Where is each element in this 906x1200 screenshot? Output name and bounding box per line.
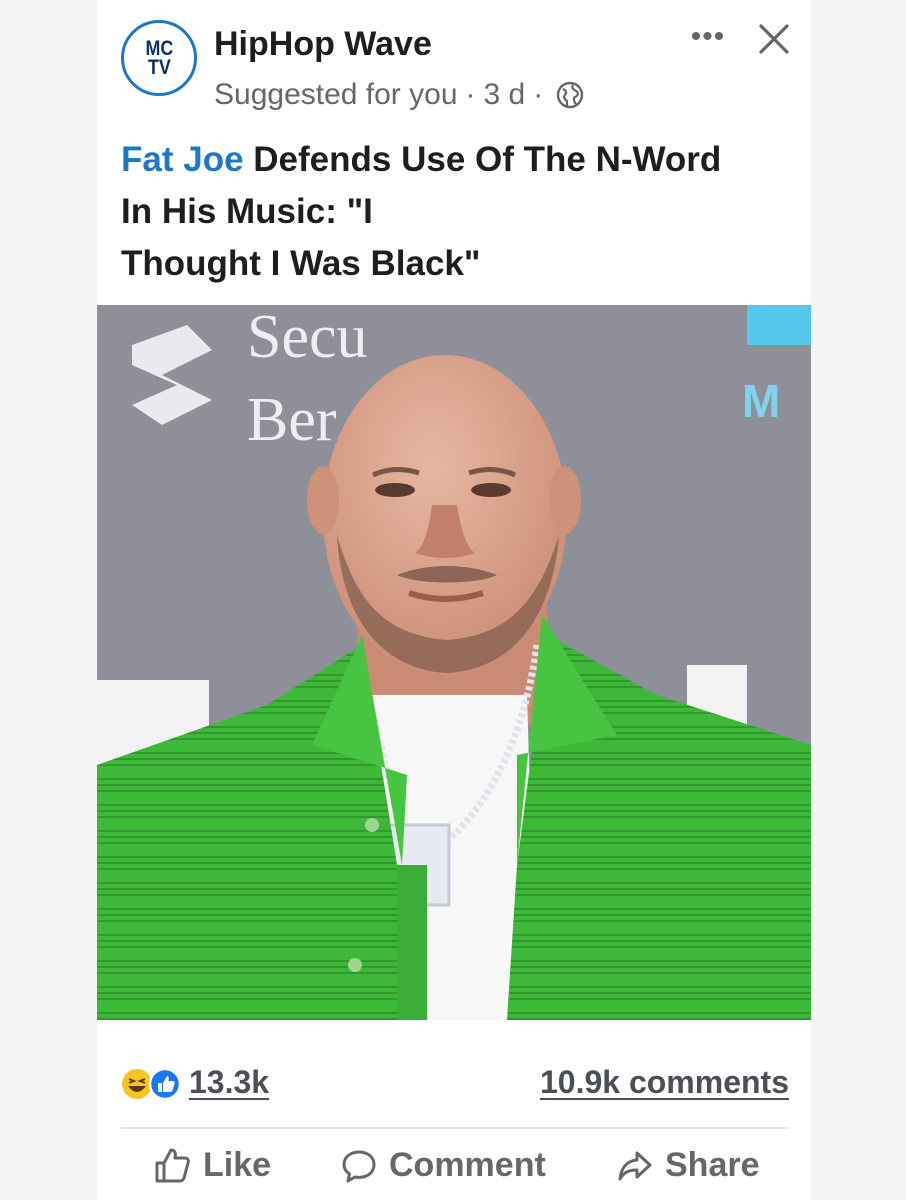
comments-count[interactable]: 10.9k comments <box>540 1064 789 1101</box>
headline-line-3: Thought I Was Black" <box>121 244 481 283</box>
reactions-count[interactable]: 13.3k <box>189 1064 269 1101</box>
comment-button[interactable]: Comment <box>341 1146 546 1185</box>
suggested-label: Suggested for you <box>214 78 458 111</box>
like-button[interactable]: Like <box>153 1146 271 1185</box>
like-reaction-icon <box>148 1068 182 1100</box>
share-arrow-icon <box>618 1151 652 1180</box>
headline-link[interactable]: Fat Joe <box>121 140 244 179</box>
more-options-button[interactable]: ••• <box>688 22 728 52</box>
backdrop-text-2: Ber <box>247 386 337 454</box>
post-time[interactable]: 3 d <box>484 78 526 112</box>
share-label: Share <box>665 1146 760 1184</box>
post-actions: Like Comment Share <box>121 1140 789 1196</box>
share-button[interactable]: Share <box>617 1146 760 1185</box>
page-avatar[interactable]: MC TV <box>121 20 197 96</box>
post-headline[interactable]: Fat Joe Defends Use Of The N-Word In His… <box>121 134 801 290</box>
post-stats: 13.3k 10.9k comments <box>121 1062 789 1106</box>
post-photo[interactable]: Secu Ber M <box>97 305 811 1020</box>
photo-illustration: Secu Ber M <box>97 305 811 1020</box>
meta-separator: · <box>533 78 544 111</box>
headline-text-1: Defends Use Of The N-Word <box>243 140 722 179</box>
headline-line-1: Fat Joe Defends Use Of The N-Word <box>121 134 801 186</box>
comment-bubble-icon <box>342 1150 376 1182</box>
page-name[interactable]: HipHop Wave <box>214 25 432 64</box>
like-label: Like <box>203 1146 272 1184</box>
post-meta: Suggested for you · 3 d · <box>214 78 585 112</box>
thumbs-up-icon <box>155 1148 190 1182</box>
haha-reaction-icon <box>122 1069 152 1099</box>
headline-line-2: In His Music: "I <box>121 192 373 231</box>
backdrop-text-1: Secu <box>247 305 368 371</box>
backdrop-text-3: M <box>742 375 780 427</box>
close-icon[interactable] <box>757 22 791 56</box>
divider <box>121 1127 789 1129</box>
avatar-text-tv: TV <box>147 56 171 79</box>
comment-label: Comment <box>389 1146 546 1184</box>
reaction-icons[interactable] <box>121 1068 185 1100</box>
meta-separator: · <box>465 78 476 111</box>
globe-icon <box>557 81 584 109</box>
